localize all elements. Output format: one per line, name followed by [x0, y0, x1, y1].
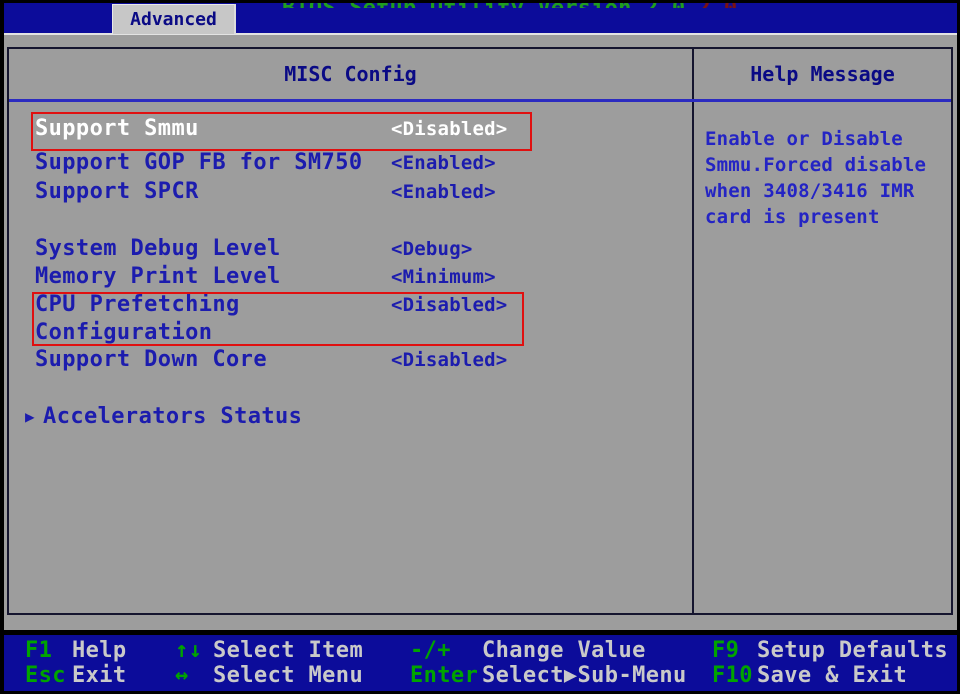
item-label: Memory Print Level — [35, 264, 281, 289]
key-esc: Esc — [25, 664, 72, 688]
tab-advanced[interactable]: Advanced — [112, 4, 234, 34]
menu-item-support-down-core[interactable]: Support Down Core <Disabled> — [9, 349, 692, 371]
menu-item-support-gop-fb[interactable]: Support GOP FB for SM750 <Enabled> — [9, 152, 692, 174]
submenu-arrow-icon: ▶ — [25, 407, 35, 426]
key-minus-plus: -/+ — [410, 639, 482, 663]
item-value: <Enabled> — [391, 182, 496, 202]
panel-divider — [692, 49, 694, 613]
title-fragment: BIOS Setup Utility Version 2.0 — [282, 0, 685, 8]
item-value: <Enabled> — [391, 153, 496, 173]
menu-item-system-debug-level[interactable]: System Debug Level <Debug> — [9, 238, 692, 260]
menu-item-accelerators-status[interactable]: ▶ Accelerators Status — [9, 406, 692, 428]
hint-f1-help: F1Help — [25, 639, 127, 663]
item-label: Support SPCR — [35, 179, 199, 204]
item-label: System Debug Level — [35, 236, 281, 261]
hint-change-value: -/+Change Value — [410, 639, 646, 663]
key-left-right-arrows-icon: ↔ — [175, 664, 213, 688]
hint-select-item: ↑↓Select Item — [175, 639, 363, 663]
key-f9: F9 — [712, 639, 757, 663]
item-value: <Debug> — [391, 239, 472, 259]
hint-save-exit: F10Save & Exit — [712, 664, 907, 688]
menu-item-support-spcr[interactable]: Support SPCR <Enabled> — [9, 181, 692, 203]
item-value: <Minimum> — [391, 267, 496, 287]
panel-title-misc-config: MISC Config — [9, 62, 692, 86]
panel-title-help-message: Help Message — [694, 62, 951, 86]
help-message-body: Enable or Disable Smmu.Forced disable wh… — [705, 126, 951, 230]
hint-esc-exit: EscExit — [25, 664, 127, 688]
key-f10: F10 — [712, 664, 757, 688]
help-line: when 3408/3416 IMR — [705, 178, 951, 204]
help-line: card is present — [705, 204, 951, 230]
title-version-fragment: 2.0 — [697, 0, 737, 8]
item-value: <Disabled> — [391, 350, 507, 370]
help-line: Enable or Disable — [705, 126, 951, 152]
item-label: Support Down Core — [35, 347, 267, 372]
item-label: Support GOP FB for SM750 — [35, 150, 362, 175]
menu-item-memory-print-level[interactable]: Memory Print Level <Minimum> — [9, 266, 692, 288]
hint-setup-defaults: F9Setup Defaults — [712, 639, 948, 663]
header-separator — [9, 99, 951, 102]
hint-select-menu: ↔Select Menu — [175, 664, 363, 688]
key-legend-bar: F1Help ↑↓Select Item -/+Change Value F9S… — [0, 635, 960, 694]
help-line: Smmu.Forced disable — [705, 152, 951, 178]
annotation-box-cpu-prefetching — [32, 292, 524, 346]
key-up-down-arrows-icon: ↑↓ — [175, 639, 213, 663]
key-f1: F1 — [25, 639, 72, 663]
hint-select-submenu: EnterSelect▶Sub-Menu — [410, 664, 687, 688]
annotation-box-support-smmu — [31, 112, 532, 151]
item-label: Accelerators Status — [43, 404, 302, 429]
key-enter: Enter — [410, 664, 482, 688]
